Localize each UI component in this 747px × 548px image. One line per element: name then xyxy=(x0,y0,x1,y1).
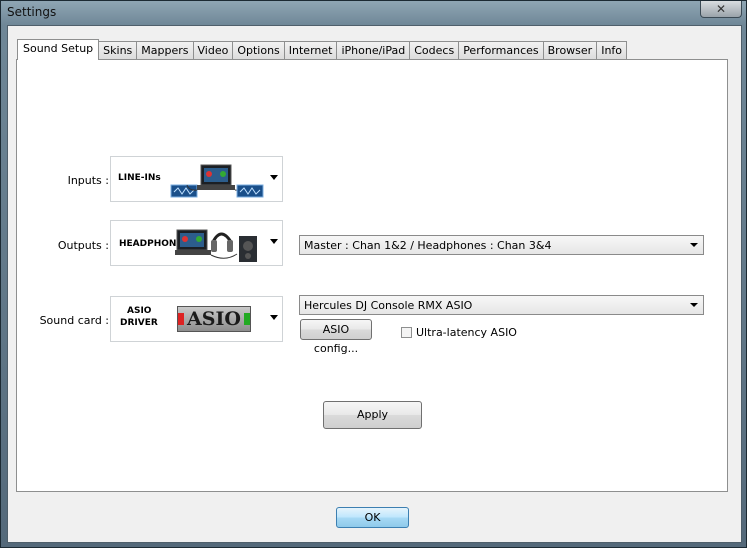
inputs-caption: LINE-INs xyxy=(118,173,161,183)
chevron-down-icon xyxy=(270,239,278,244)
window-title: Settings xyxy=(7,5,57,19)
apply-button[interactable]: Apply xyxy=(323,401,422,429)
asio-config-button[interactable]: ASIO config... xyxy=(300,319,372,355)
tab-performances[interactable]: Performances xyxy=(458,41,544,59)
dialog-client-area: Sound Setup Skins Mappers Video Options … xyxy=(7,25,742,543)
tab-skins[interactable]: Skins xyxy=(98,41,138,59)
tab-info[interactable]: Info xyxy=(596,41,628,59)
tab-sound-setup[interactable]: Sound Setup xyxy=(17,39,100,60)
ok-button[interactable]: OK xyxy=(336,507,409,528)
settings-window: Settings ✕ Sound Setup Skins Mappers Vid… xyxy=(0,0,747,548)
title-bar[interactable]: Settings ✕ xyxy=(1,1,746,25)
tab-video[interactable]: Video xyxy=(192,41,234,59)
headphones-illustration-icon xyxy=(175,229,257,262)
outputs-icon-dropdown[interactable]: HEADPHONES xyxy=(110,220,283,266)
tab-internet[interactable]: Internet xyxy=(283,41,338,59)
sound-card-value: Hercules DJ Console RMX ASIO xyxy=(304,299,473,312)
tab-browser[interactable]: Browser xyxy=(542,41,598,59)
asio-logo-text: ASIO xyxy=(187,308,241,330)
output-routing-value: Master : Chan 1&2 / Headphones : Chan 3&… xyxy=(304,239,552,252)
outputs-label: Outputs : xyxy=(57,239,109,252)
sound-setup-panel: Inputs : LINE-INs Outputs: HEADPHONES M… xyxy=(16,59,728,492)
inputs-label: Inputs : xyxy=(67,174,109,187)
asio-logo-green-mark xyxy=(244,313,250,325)
inputs-icon-dropdown[interactable]: LINE-INs xyxy=(110,156,283,202)
asio-caption-line1: ASIO xyxy=(127,306,152,316)
chevron-down-icon xyxy=(270,175,278,180)
line-in-illustration-icon xyxy=(170,164,264,198)
tab-mappers[interactable]: Mappers xyxy=(136,41,194,59)
ultra-latency-label: Ultra-latency ASIO xyxy=(416,326,517,339)
tab-options[interactable]: Options xyxy=(232,41,285,59)
asio-logo: ASIO xyxy=(177,306,251,332)
output-routing-select[interactable]: Master : Chan 1&2 / Headphones : Chan 3&… xyxy=(299,235,704,255)
chevron-down-icon xyxy=(270,315,278,320)
close-button[interactable]: ✕ xyxy=(700,1,742,18)
ultra-latency-checkbox[interactable] xyxy=(401,327,412,338)
tab-strip: Sound Setup Skins Mappers Video Options … xyxy=(17,39,628,60)
sound-card-select[interactable]: Hercules DJ Console RMX ASIO xyxy=(299,295,704,315)
chevron-down-icon xyxy=(690,303,698,307)
sound-card-icon-dropdown[interactable]: ASIO DRIVER ASIO xyxy=(110,296,283,342)
chevron-down-icon xyxy=(690,243,698,247)
sound-card-label: Sound card : xyxy=(39,314,109,327)
tab-codecs[interactable]: Codecs xyxy=(409,41,460,59)
asio-logo-red-mark xyxy=(178,313,184,325)
close-icon: ✕ xyxy=(715,2,727,16)
asio-caption-line2: DRIVER xyxy=(120,318,158,328)
tab-iphone-ipad[interactable]: iPhone/iPad xyxy=(336,41,411,59)
